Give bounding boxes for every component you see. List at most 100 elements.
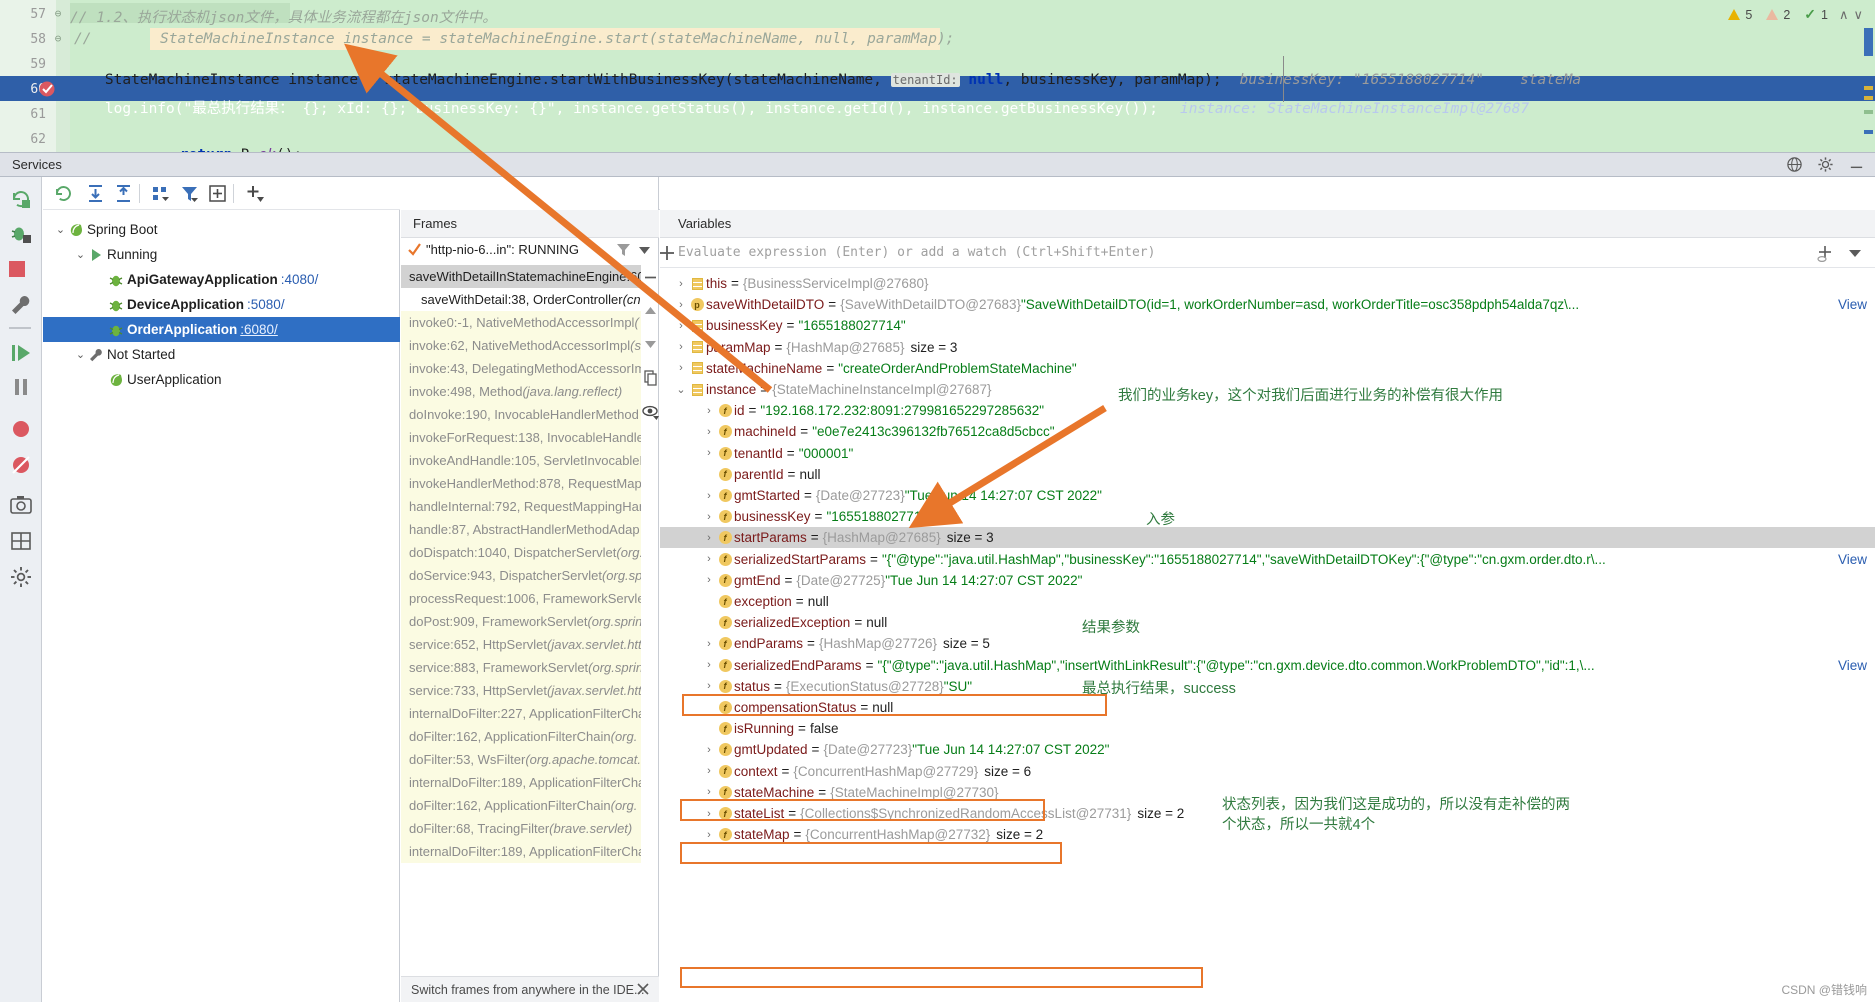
variable-row[interactable]: f compensationStatus = null bbox=[660, 697, 1875, 718]
variable-row[interactable]: f isRunning = false bbox=[660, 718, 1875, 739]
remove-watch-icon[interactable] bbox=[642, 269, 659, 286]
tree-twisty-icon[interactable]: ⌄ bbox=[73, 348, 88, 361]
variable-row[interactable]: › paramMap = {HashMap@27685} size = 3 bbox=[660, 337, 1875, 358]
frame-row[interactable]: invokeHandlerMethod:878, RequestMap bbox=[401, 472, 641, 495]
frame-row[interactable]: internalDoFilter:189, ApplicationFilterC… bbox=[401, 771, 641, 794]
frame-row[interactable]: handle:87, AbstractHandlerMethodAdap bbox=[401, 518, 641, 541]
variable-expand-icon[interactable]: › bbox=[674, 299, 688, 311]
variable-expand-icon[interactable]: › bbox=[702, 511, 716, 523]
fold-marker-icon[interactable]: ⊖ bbox=[52, 7, 64, 20]
minimize-icon[interactable] bbox=[1848, 156, 1865, 173]
scroll-down-icon[interactable] bbox=[642, 335, 659, 352]
scroll-marker-caret[interactable] bbox=[1864, 130, 1873, 134]
service-port-link[interactable]: :4080/ bbox=[281, 272, 319, 287]
variable-row[interactable]: › f tenantId = "000001" bbox=[660, 443, 1875, 464]
evaluate-expression-input[interactable]: Evaluate expression (Enter) or add a wat… bbox=[678, 238, 1858, 267]
frame-row[interactable]: doPost:909, FrameworkServlet (org.spring bbox=[401, 610, 641, 633]
variable-expand-icon[interactable]: › bbox=[702, 574, 716, 586]
view-value-link[interactable]: View bbox=[1838, 658, 1867, 673]
frame-row[interactable]: doFilter:162, ApplicationFilterChain (or… bbox=[401, 725, 641, 748]
frame-row[interactable]: doFilter:162, ApplicationFilterChain (or… bbox=[401, 794, 641, 817]
variable-row[interactable]: f exception = null bbox=[660, 591, 1875, 612]
variable-expand-icon[interactable]: › bbox=[702, 659, 716, 671]
variable-row[interactable]: › f serializedStartParams = "{"@type":"java.… bbox=[660, 549, 1875, 570]
frame-row[interactable]: invokeForRequest:138, InvocableHandler bbox=[401, 426, 641, 449]
scroll-up-icon[interactable] bbox=[642, 303, 659, 320]
eye-inspect-icon[interactable] bbox=[642, 403, 659, 420]
variable-expand-icon[interactable]: ⌄ bbox=[674, 383, 688, 396]
variable-expand-icon[interactable]: › bbox=[702, 490, 716, 502]
group-by-icon[interactable] bbox=[150, 183, 171, 204]
add-watch-icon[interactable] bbox=[657, 243, 677, 263]
mute-breakpoints-icon[interactable] bbox=[9, 417, 33, 441]
variable-expand-icon[interactable]: › bbox=[702, 829, 716, 841]
copy-icon[interactable] bbox=[642, 369, 659, 386]
frame-row[interactable]: doInvoke:190, InvocableHandlerMethod bbox=[401, 403, 641, 426]
frame-row[interactable]: invokeAndHandle:105, ServletInvocableH bbox=[401, 449, 641, 472]
frame-row[interactable]: invoke0:-1, NativeMethodAccessorImpl ( bbox=[401, 311, 641, 334]
frames-filter-icon[interactable] bbox=[615, 241, 632, 258]
prev-problem-icon[interactable]: ∧ bbox=[1839, 7, 1849, 23]
service-port-link[interactable]: :5080/ bbox=[247, 297, 285, 312]
frame-row[interactable]: service:652, HttpServlet (javax.servlet.… bbox=[401, 633, 641, 656]
variable-expand-icon[interactable]: › bbox=[702, 532, 716, 544]
service-port-link[interactable]: :6080/ bbox=[240, 322, 278, 337]
variable-expand-icon[interactable]: › bbox=[674, 320, 688, 332]
variable-row[interactable]: › businessKey = "1655188027714" bbox=[660, 315, 1875, 336]
frame-row[interactable]: processRequest:1006, FrameworkServlet bbox=[401, 587, 641, 610]
variable-expand-icon[interactable]: › bbox=[702, 405, 716, 417]
view-value-link[interactable]: View bbox=[1838, 552, 1867, 567]
rerun-icon[interactable] bbox=[9, 187, 33, 211]
code-editor[interactable]: 57 58 59 60 61 62 ⊖ ⊖ // 1.2、执行状态机json文件… bbox=[0, 0, 1875, 152]
service-tree-row[interactable]: ⌄ Not Started bbox=[43, 342, 400, 367]
variable-row[interactable]: › f machineId = "e0e7e2413c396132fb76512ca8d… bbox=[660, 421, 1875, 442]
frame-row[interactable]: service:883, FrameworkServlet (org.sprin… bbox=[401, 656, 641, 679]
variables-dropdown-icon[interactable] bbox=[1847, 247, 1863, 259]
scroll-marker-change[interactable] bbox=[1864, 110, 1873, 114]
service-tree-row[interactable]: ⌄ Spring Boot bbox=[43, 217, 400, 242]
variable-row[interactable]: › f endParams = {HashMap@27726} size = 5 bbox=[660, 633, 1875, 654]
variable-expand-icon[interactable]: › bbox=[674, 341, 688, 353]
layout-icon[interactable] bbox=[9, 529, 33, 553]
variable-expand-icon[interactable]: › bbox=[702, 553, 716, 565]
tree-twisty-icon[interactable]: ⌄ bbox=[53, 223, 68, 236]
frame-row[interactable]: invoke:498, Method (java.lang.reflect) bbox=[401, 380, 641, 403]
variable-expand-icon[interactable]: › bbox=[702, 808, 716, 820]
view-value-link[interactable]: View bbox=[1838, 297, 1867, 312]
variable-row[interactable]: › f gmtEnd = {Date@27725} "Tue Jun 14 14:27:… bbox=[660, 570, 1875, 591]
variable-row[interactable]: › p saveWithDetailDTO = {SaveWithDetailDTO@2… bbox=[660, 294, 1875, 315]
services-toolbar[interactable] bbox=[43, 177, 400, 210]
variable-expand-icon[interactable]: › bbox=[674, 278, 688, 290]
fold-marker-icon[interactable]: ⊖ bbox=[52, 32, 64, 45]
help-globe-icon[interactable] bbox=[1786, 156, 1803, 173]
variable-row[interactable]: › f gmtStarted = {Date@27723} "Tue Jun 14 14… bbox=[660, 485, 1875, 506]
variables-panel[interactable]: Variables Evaluate expression (Enter) or… bbox=[660, 177, 1875, 1002]
view-breakpoints-icon[interactable] bbox=[9, 453, 33, 477]
service-tree-row[interactable]: ApiGatewayApplication:4080/ bbox=[43, 267, 400, 292]
variable-row[interactable]: f serializedException = null bbox=[660, 612, 1875, 633]
frames-dropdown-icon[interactable] bbox=[637, 245, 652, 256]
variable-row[interactable]: › this = {BusinessServiceImpl@27680} bbox=[660, 273, 1875, 294]
frame-row[interactable]: doFilter:53, WsFilter (org.apache.tomcat… bbox=[401, 748, 641, 771]
collapse-all-icon[interactable] bbox=[113, 183, 134, 204]
variable-expand-icon[interactable]: › bbox=[702, 426, 716, 438]
service-tree-row[interactable]: OrderApplication:6080/ bbox=[43, 317, 400, 342]
add-tab-icon[interactable] bbox=[207, 183, 228, 204]
frame-row[interactable]: saveWithDetailInStatemachineEngine:60 bbox=[401, 265, 641, 288]
frames-panel[interactable]: Frames "http-nio-6...in": RUNNING saveWi… bbox=[401, 177, 659, 1002]
resume-program-icon[interactable] bbox=[9, 341, 33, 365]
frames-side-toolbar[interactable] bbox=[641, 265, 659, 423]
variable-row[interactable]: › f gmtUpdated = {Date@27723} "Tue Jun 14 14… bbox=[660, 739, 1875, 760]
variable-row[interactable]: › f businessKey = "1655188027714" bbox=[660, 506, 1875, 527]
filter-icon[interactable] bbox=[179, 183, 200, 204]
variable-row[interactable]: f parentId = null bbox=[660, 464, 1875, 485]
frame-row[interactable]: invoke:62, NativeMethodAccessorImpl (s bbox=[401, 334, 641, 357]
variable-row[interactable]: › f context = {ConcurrentHashMap@27729} size… bbox=[660, 761, 1875, 782]
variable-expand-icon[interactable]: › bbox=[674, 362, 688, 374]
add-to-watches-icon[interactable] bbox=[1815, 243, 1835, 263]
debug-actions-strip[interactable] bbox=[0, 177, 42, 1002]
gear-icon[interactable] bbox=[1817, 156, 1834, 173]
variable-expand-icon[interactable]: › bbox=[702, 786, 716, 798]
variable-expand-icon[interactable]: › bbox=[702, 447, 716, 459]
frame-row[interactable]: saveWithDetail:38, OrderController (cn.g bbox=[401, 288, 641, 311]
